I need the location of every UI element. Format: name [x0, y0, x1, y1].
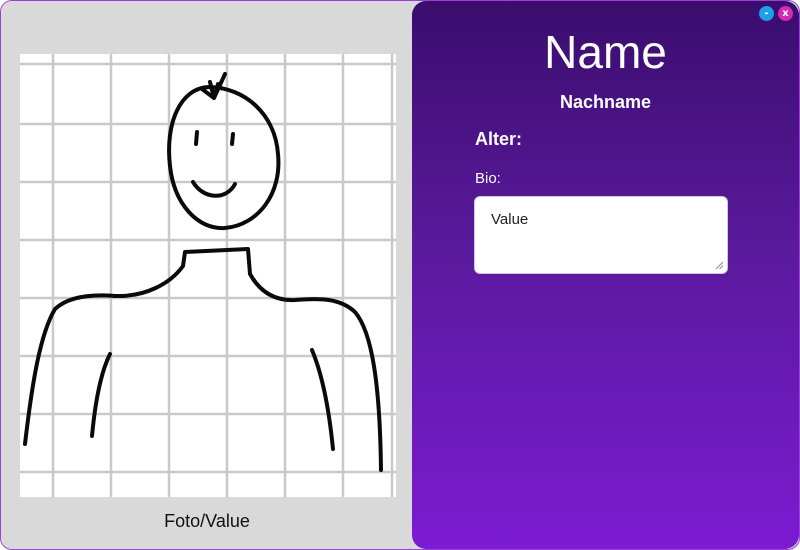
resize-grip-icon[interactable] — [715, 261, 723, 269]
profile-photo[interactable] — [20, 54, 396, 497]
bio-label: Bio: — [475, 170, 501, 187]
minimize-button[interactable]: - — [759, 6, 774, 21]
surname-subtitle: Nachname — [559, 92, 652, 112]
bio-value: Value — [491, 211, 529, 228]
drawing-strokes — [23, 72, 383, 472]
age-label: Alter: — [475, 129, 523, 149]
bio-textarea[interactable]: Value — [474, 196, 728, 274]
photo-caption: Foto/Value — [164, 511, 250, 531]
photo-panel: Foto/Value — [1, 1, 413, 549]
profile-info-panel: Name Nachname Alter: Bio: Value — [412, 1, 799, 549]
name-title: Name — [544, 26, 667, 78]
grid-lines — [20, 54, 396, 497]
stick-figure-drawing-image — [20, 54, 396, 497]
app-window: Foto/Value Name Nachname Alter: Bio: Val… — [0, 0, 800, 550]
close-button[interactable]: x — [778, 6, 793, 21]
